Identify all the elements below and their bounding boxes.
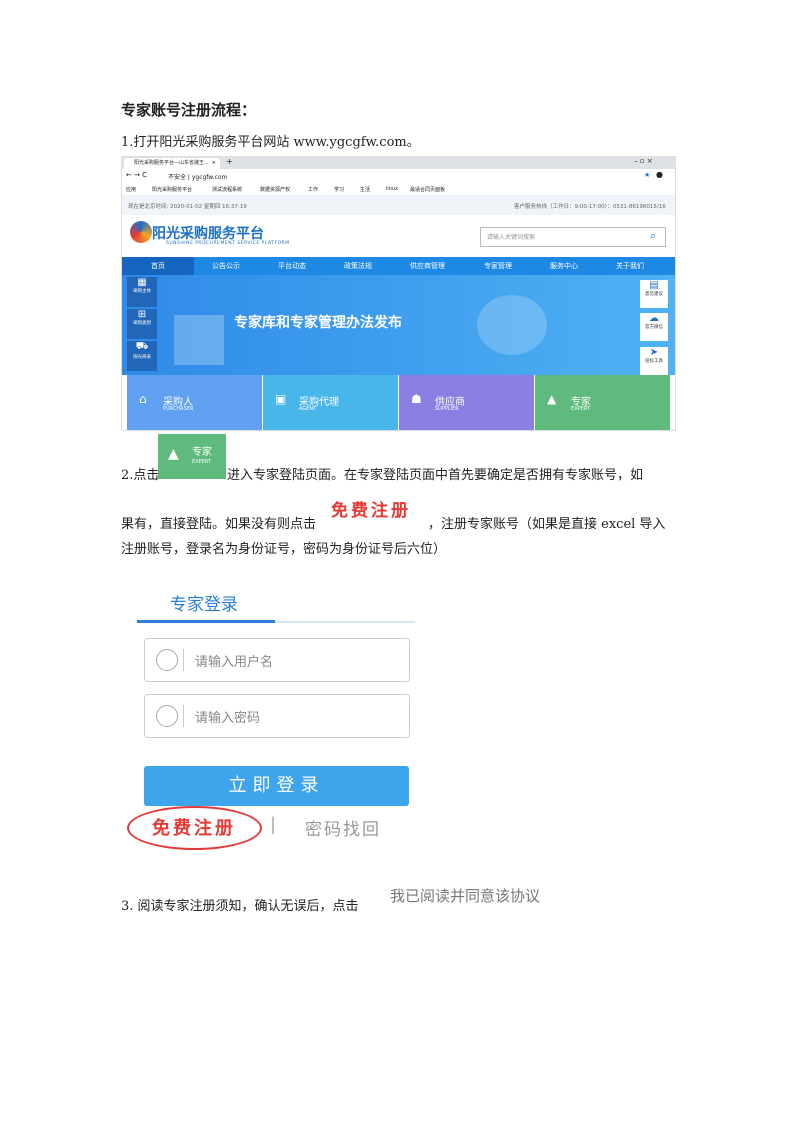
tab-close-icon[interactable]: × bbox=[212, 158, 216, 169]
login-panel-screenshot: 专家登录 请输入用户名 请输入密码 立即登录 免费注册 | 密码找回 bbox=[127, 584, 417, 854]
new-tab-icon[interactable]: + bbox=[226, 157, 233, 166]
website-screenshot: 阳光采购服务平台—山东省潍王... × + – ▫ × ← → C 不安全 | … bbox=[121, 156, 676, 431]
register-inline-button[interactable]: 免费注册 bbox=[331, 496, 411, 521]
page-heading: 专家账号注册流程： bbox=[121, 101, 257, 119]
bookmark-item[interactable]: 学习 bbox=[334, 186, 344, 193]
field-separator bbox=[183, 705, 184, 727]
banner-title: 专家库和专家管理办法发布 bbox=[234, 315, 402, 331]
agent-icon: ▣ bbox=[275, 392, 287, 406]
nav-item[interactable]: 专家管理 bbox=[484, 257, 512, 275]
expert-cap-icon: ▲ bbox=[168, 446, 179, 462]
nav-item[interactable]: 公告公示 bbox=[212, 257, 240, 275]
banner[interactable]: ▦ 采购主体 ⊞ 采购类别 ⛟ 阳光商采 专家库和专家管理办法发布 ▤ 意见建议 ☁ 官方… bbox=[122, 275, 675, 375]
login-title: 专家登录 bbox=[170, 595, 238, 615]
expert-cap-icon: ▲ bbox=[547, 392, 557, 406]
role-cards: ⌂ 采购人 PURCHASER ▣ 采购代理 AGENT ☗ 供应商 SUPPL… bbox=[122, 375, 675, 430]
purchaser-icon: ⌂ bbox=[139, 392, 147, 406]
password-field[interactable]: 请输入密码 bbox=[144, 694, 410, 738]
side-feedback[interactable]: ▤ 意见建议 bbox=[640, 280, 668, 308]
link-separator: | bbox=[270, 814, 277, 835]
card-expert[interactable]: ▲ 专家 EXPERT bbox=[535, 375, 670, 430]
site-logo-subtitle: SUNSHINE PROCUREMENT SERVICE PLATFORM bbox=[166, 241, 290, 246]
banner-magnet-illustration bbox=[477, 295, 547, 355]
supplier-icon: ☗ bbox=[411, 392, 422, 406]
card-agent[interactable]: ▣ 采购代理 AGENT bbox=[263, 375, 398, 430]
bookmark-item[interactable]: 生活 bbox=[360, 186, 370, 193]
login-tab-underline bbox=[137, 620, 275, 623]
current-time: 现在是北京时间: 2020-01-02 星期四 16:37:19 bbox=[128, 204, 247, 210]
site-search-input[interactable]: 请输入关键词搜索 bbox=[480, 227, 666, 247]
bookmark-item[interactable]: 最适合同页面板 bbox=[410, 186, 445, 193]
expert-entry-button[interactable]: ▲ 专家 EXPERT bbox=[158, 434, 226, 479]
side-bid-tools[interactable]: ➤ 投标工具 bbox=[640, 347, 668, 375]
site-nav: 首页 公告公示 平台动态 政策法规 供应商管理 专家管理 服务中心 关于我们 bbox=[122, 257, 675, 275]
window-controls[interactable]: – ▫ × bbox=[634, 157, 653, 165]
address-text[interactable]: 不安全 | ygcgfw.com bbox=[168, 172, 227, 181]
side-wechat[interactable]: ☁ 官方微信 bbox=[640, 313, 668, 341]
bookmark-item[interactable]: 测试流程系统 bbox=[212, 186, 242, 193]
search-icon[interactable]: ⌕ bbox=[650, 229, 656, 243]
browser-tab[interactable]: 阳光采购服务平台—山东省潍王... × bbox=[124, 158, 220, 169]
nav-item[interactable]: 服务中心 bbox=[550, 257, 578, 275]
field-separator bbox=[183, 649, 184, 671]
star-icon[interactable]: ★ bbox=[644, 171, 650, 179]
nav-item[interactable]: 供应商管理 bbox=[410, 257, 445, 275]
nav-item[interactable]: 关于我们 bbox=[616, 257, 644, 275]
nav-item[interactable]: 政策法规 bbox=[344, 257, 372, 275]
bookmark-apps[interactable]: 应用 bbox=[126, 186, 136, 193]
account-icon[interactable]: ● bbox=[656, 170, 663, 179]
forgot-password-link[interactable]: 密码找回 bbox=[305, 815, 381, 840]
side-purchase-subject[interactable]: ▦ 采购主体 bbox=[127, 277, 157, 307]
card-supplier[interactable]: ☗ 供应商 SUPPLIER bbox=[399, 375, 534, 430]
side-purchase-category[interactable]: ⊞ 采购类别 bbox=[127, 309, 157, 339]
site-info-bar: 现在是北京时间: 2020-01-02 星期四 16:37:19 客户服务热线（… bbox=[122, 195, 675, 215]
nav-arrows-icon[interactable]: ← → C bbox=[126, 171, 147, 179]
card-purchaser[interactable]: ⌂ 采购人 PURCHASER bbox=[127, 375, 262, 430]
login-button[interactable]: 立即登录 bbox=[144, 766, 409, 806]
bookmark-item[interactable]: linux bbox=[386, 186, 398, 192]
step2-text-3: ，注册专家账号（如果是直接 excel 导入 bbox=[428, 517, 666, 532]
step2-text-4: 注册账号，登录名为身份证号，密码为身份证号后六位） bbox=[121, 542, 447, 557]
step2-prefix: 2.点击 bbox=[121, 468, 160, 483]
address-bar[interactable]: ← → C 不安全 | ygcgfw.com ★ ● bbox=[122, 169, 675, 183]
banner-building-illustration bbox=[174, 315, 224, 365]
step1-text: 1.打开阳光采购服务平台网站 www.ygcgfw.com。 bbox=[121, 135, 420, 150]
bookmark-item[interactable]: 数据资源产权 bbox=[260, 186, 290, 193]
browser-tab-bar: 阳光采购服务平台—山东省潍王... × + – ▫ × bbox=[122, 157, 675, 169]
nav-item[interactable]: 平台动态 bbox=[278, 257, 306, 275]
agree-button[interactable]: 我已阅读并同意该协议 bbox=[390, 885, 540, 906]
user-icon bbox=[156, 649, 178, 671]
step2-text: 进入专家登陆页面。在专家登陆页面中首先要确定是否拥有专家账号，如 bbox=[227, 468, 644, 483]
step3-text: 3. 阅读专家注册须知，确认无误后，点击 bbox=[121, 899, 359, 914]
bookmark-item[interactable]: 工作 bbox=[308, 186, 318, 193]
register-link[interactable]: 免费注册 bbox=[152, 814, 236, 840]
bookmark-item[interactable]: 阳光采购服务平台 bbox=[152, 186, 192, 193]
username-field[interactable]: 请输入用户名 bbox=[144, 638, 410, 682]
nav-home[interactable]: 首页 bbox=[122, 257, 194, 275]
side-mall[interactable]: ⛟ 阳光商采 bbox=[127, 341, 157, 371]
site-logo-title: 阳光采购服务平台 bbox=[152, 226, 264, 242]
step2-text-2: 果有，直接登陆。如果没有则点击 bbox=[121, 517, 317, 532]
site-logo-icon bbox=[130, 221, 152, 243]
lock-icon bbox=[156, 705, 178, 727]
service-hotline: 客户服务热线（工作日：9:00-17:00）：0531-86196015/16 bbox=[514, 204, 666, 210]
